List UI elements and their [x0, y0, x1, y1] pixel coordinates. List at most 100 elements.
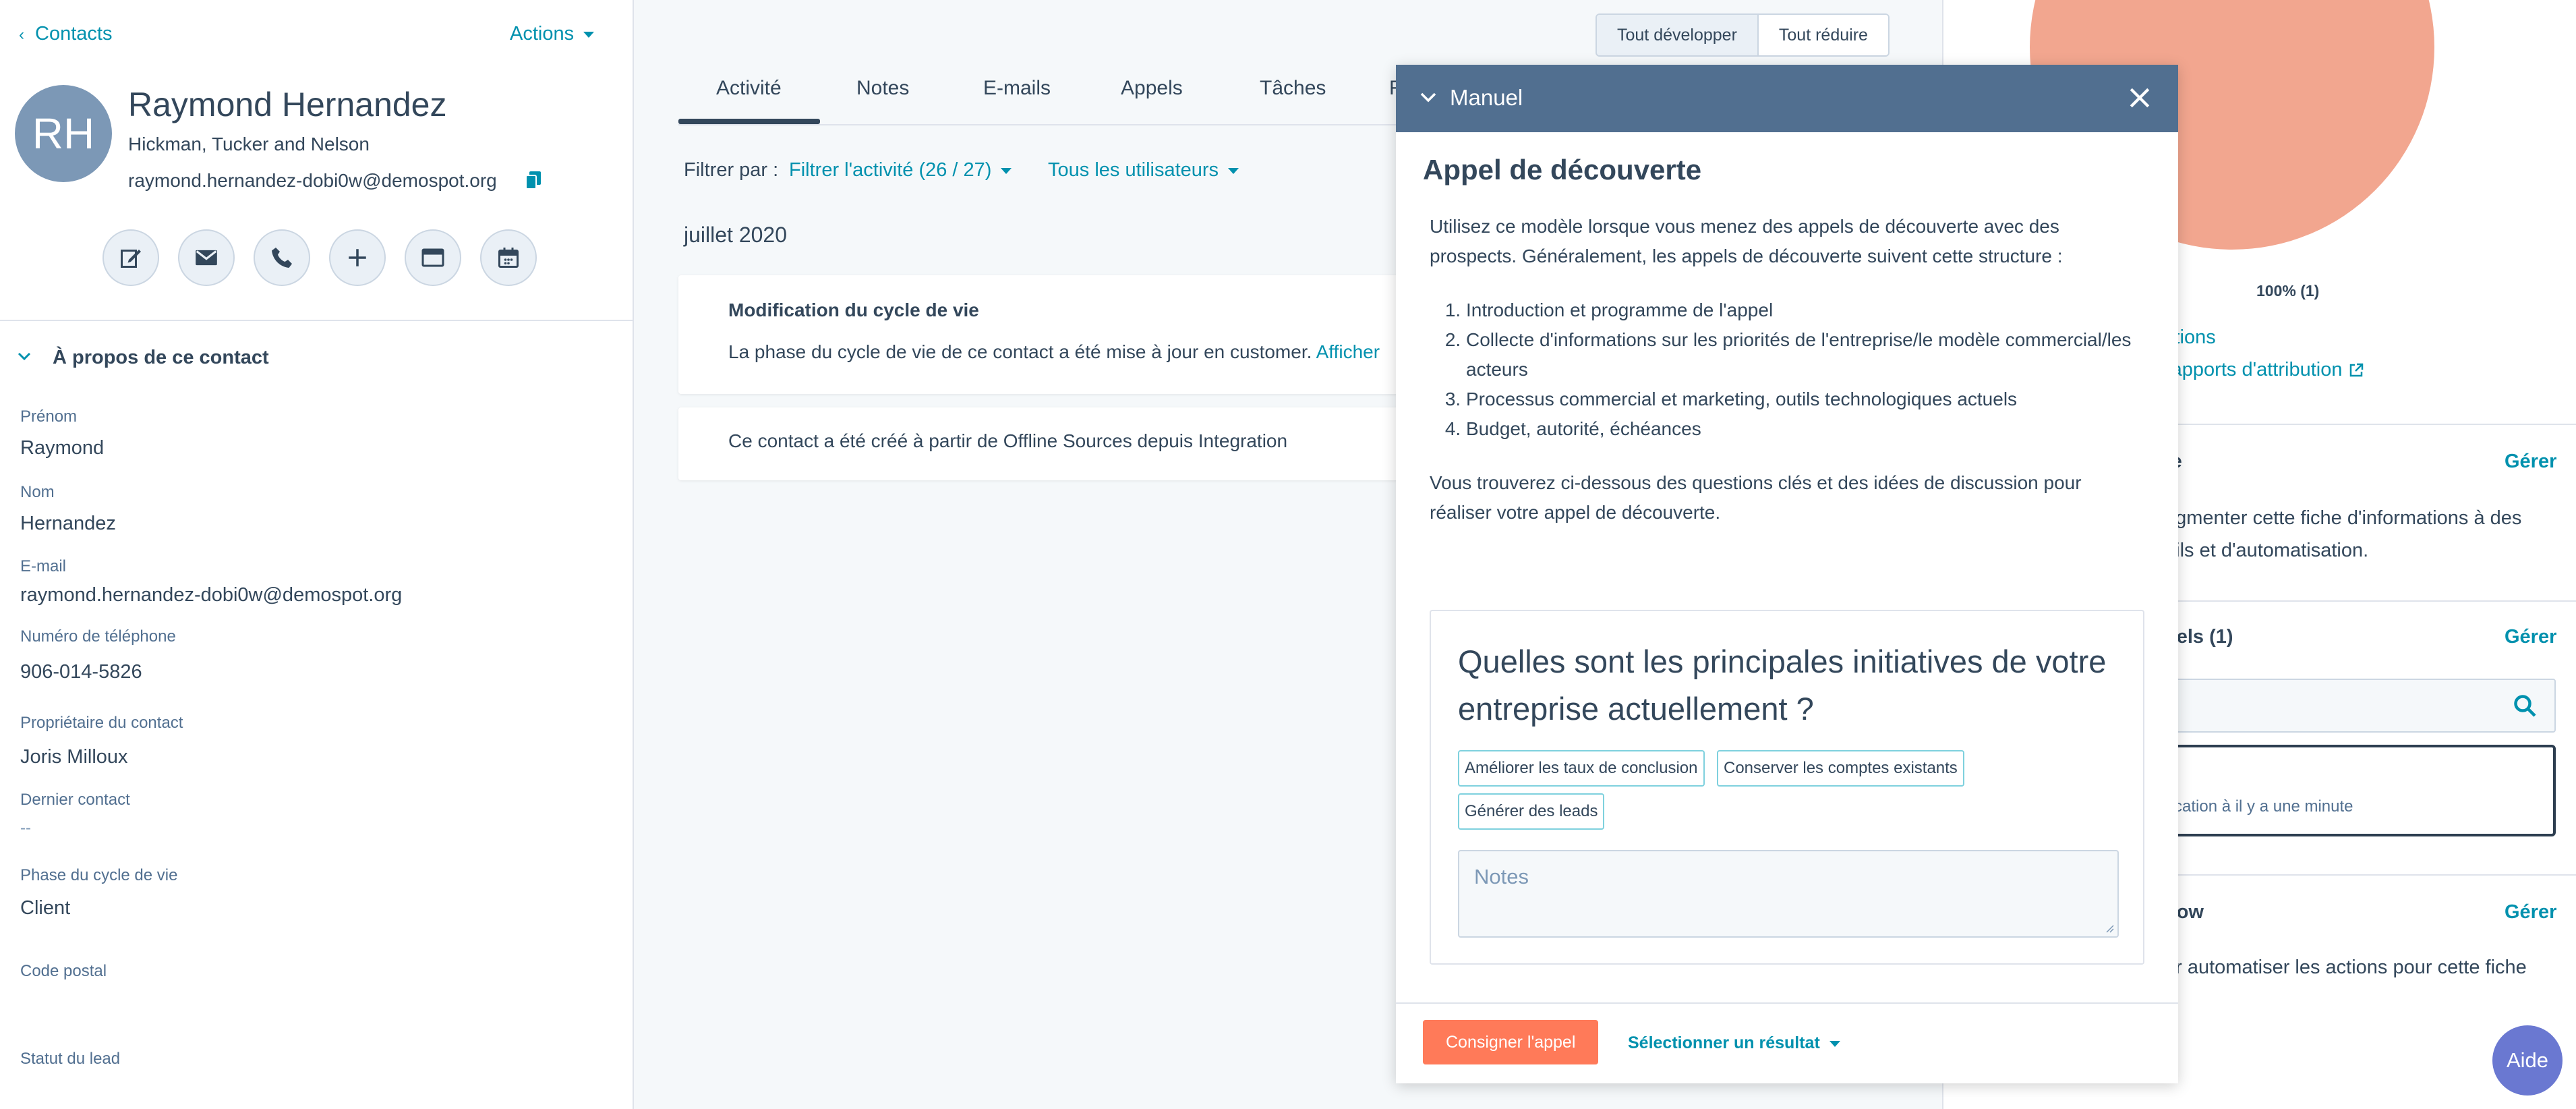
tab-activity[interactable]: Activité: [716, 77, 782, 100]
select-outcome-label: Sélectionner un résultat: [1628, 1033, 1820, 1052]
chevron-down-icon: [18, 352, 31, 361]
filter-activity-label: Filtrer l'activité (26 / 27): [789, 159, 992, 181]
attribution-reports-label: rapports d'attribution: [2165, 359, 2343, 380]
playbook-header: Manuel: [1396, 65, 2178, 132]
filter-users-dropdown[interactable]: Tous les utilisateurs: [1048, 159, 1239, 181]
edit-icon: [121, 250, 141, 268]
notes-textarea[interactable]: Notes: [1458, 850, 2119, 938]
expand-collapse-group: Tout développer Tout réduire: [1596, 13, 1890, 57]
filter-label: Filtrer par :: [684, 159, 779, 181]
attribution-reports-link[interactable]: rapports d'attribution: [2165, 359, 2364, 381]
card-title: Modification du cycle de vie: [728, 300, 979, 320]
back-to-contacts-link[interactable]: ‹ Contacts: [19, 23, 112, 45]
caret-down-icon: [1829, 1040, 1840, 1047]
tab-notes[interactable]: Notes: [856, 77, 909, 100]
actions-dropdown[interactable]: Actions: [510, 23, 595, 45]
show-details-link[interactable]: Afficher: [1316, 341, 1380, 362]
actions-label: Actions: [510, 23, 575, 45]
phone-icon: [272, 248, 292, 268]
manage-link-2[interactable]: Gérer: [2505, 626, 2556, 648]
notes-placeholder: Notes: [1474, 865, 1529, 888]
prop-value-owner[interactable]: Joris Milloux: [20, 746, 128, 768]
caret-down-icon: [583, 31, 595, 38]
caret-down-icon: [1001, 167, 1012, 174]
avatar-initials: RH: [32, 109, 95, 158]
prop-label-lifecycle: Phase du cycle de vie: [20, 866, 178, 884]
copy-icon[interactable]: [526, 171, 541, 189]
prop-value-firstname[interactable]: Raymond: [20, 437, 104, 459]
list-item: Collecte d'informations sur les priorité…: [1466, 325, 2148, 385]
question-box: Quelles sont les principales initiatives…: [1430, 610, 2144, 965]
list-item: Processus commercial et marketing, outil…: [1466, 385, 2148, 414]
prop-label-phone: Numéro de téléphone: [20, 627, 176, 646]
list-item-text: cation à il y a une minute: [2174, 797, 2353, 816]
playbook-outro: Vous trouverez ci-dessous des questions …: [1430, 472, 2082, 523]
window-icon: [421, 248, 444, 267]
more-button[interactable]: [329, 229, 386, 286]
envelope-icon: [196, 250, 217, 266]
prop-value-lifecycle[interactable]: Client: [20, 897, 70, 919]
month-heading: juillet 2020: [684, 223, 787, 247]
section-text-1: egmenter cette fiche d'informations à de…: [2165, 507, 2522, 561]
list-item: Budget, autorité, échéances: [1466, 414, 2148, 444]
search-icon: [2514, 695, 2536, 717]
filter-activity-dropdown[interactable]: Filtrer l'activité (26 / 27): [789, 159, 1012, 181]
prop-label-email: E-mail: [20, 557, 67, 575]
prop-value-last-contact: --: [20, 819, 31, 837]
card-body: Ce contact a été créé à partir de Offlin…: [728, 430, 1288, 451]
note-button[interactable]: [103, 229, 159, 286]
email-button[interactable]: [178, 229, 235, 286]
manage-link-3[interactable]: Gérer: [2505, 901, 2556, 923]
help-button[interactable]: Aide: [2492, 1025, 2563, 1096]
section-text-3: ur automatiser les actions pour cette fi…: [2165, 957, 2527, 978]
contact-name: Raymond Hernandez: [128, 86, 447, 123]
tab-tasks[interactable]: Tâches: [1260, 77, 1326, 100]
pie-label: 100% (1): [2256, 282, 2320, 300]
log-call-button[interactable]: Consigner l'appel: [1423, 1020, 1599, 1064]
playbook-title: Appel de découverte: [1423, 154, 1702, 186]
prop-label-zipcode: Code postal: [20, 962, 107, 980]
playbook-steps: Introduction et programme de l'appel Col…: [1434, 295, 2148, 444]
external-link-icon: [2349, 364, 2363, 377]
prop-label-owner: Propriétaire du contact: [20, 714, 183, 732]
playbook-intro: Utilisez ce modèle lorsque vous menez de…: [1430, 216, 2063, 266]
list-item: Introduction et programme de l'appel: [1466, 295, 2148, 325]
search-input[interactable]: [2165, 679, 2556, 733]
answer-chip[interactable]: Conserver les comptes existants: [1717, 750, 1964, 787]
plus-icon: [349, 249, 366, 266]
playbook-footer: Consigner l'appel Sélectionner un résult…: [1396, 1002, 2178, 1083]
expand-all-button[interactable]: Tout développer: [1597, 15, 1757, 55]
caret-down-icon: [1228, 167, 1239, 174]
about-section-header[interactable]: À propos de ce contact: [0, 320, 633, 394]
playbook-panel: Manuel Appel de découverte Utilisez ce m…: [1396, 65, 2178, 1083]
close-icon[interactable]: [2128, 86, 2151, 109]
contact-email: raymond.hernandez-dobi0w@demospot.org: [128, 170, 497, 191]
playbook-header-title: Manuel: [1450, 85, 1523, 110]
prop-value-email[interactable]: raymond.hernandez-dobi0w@demospot.org: [20, 584, 402, 606]
meeting-button[interactable]: [405, 229, 461, 286]
schedule-button[interactable]: [480, 229, 537, 286]
manage-link-1[interactable]: Gérer: [2505, 451, 2556, 473]
selected-list-item[interactable]: [2165, 745, 2556, 836]
question-title: Quelles sont les principales initiatives…: [1458, 644, 2107, 727]
prop-value-phone[interactable]: 906-014-5826: [20, 661, 142, 683]
resize-handle-icon[interactable]: [2104, 923, 2115, 934]
active-tab-indicator: [678, 119, 820, 124]
prop-label-last-contact: Dernier contact: [20, 791, 130, 809]
chevron-down-icon[interactable]: [1420, 92, 1436, 104]
tab-emails[interactable]: E-mails: [983, 77, 1051, 100]
card-body: La phase du cycle de vie de ce contact a…: [728, 341, 1380, 363]
prop-label-lastname: Nom: [20, 483, 55, 501]
contact-sidebar: ‹ Contacts Actions RH Raymond Hernandez H…: [0, 0, 634, 1109]
prop-value-lastname[interactable]: Hernandez: [20, 513, 116, 535]
chevron-left-icon: ‹: [19, 26, 24, 44]
answer-chip[interactable]: Améliorer les taux de conclusion: [1458, 750, 1705, 787]
tab-calls[interactable]: Appels: [1121, 77, 1183, 100]
select-outcome-dropdown[interactable]: Sélectionner un résultat: [1628, 1033, 1840, 1053]
call-button[interactable]: [254, 229, 310, 286]
collapse-all-button[interactable]: Tout réduire: [1757, 15, 1888, 55]
back-label: Contacts: [35, 23, 113, 45]
answer-chip[interactable]: Générer des leads: [1458, 793, 1605, 830]
filter-users-label: Tous les utilisateurs: [1048, 159, 1219, 181]
calendar-icon: [498, 248, 519, 268]
